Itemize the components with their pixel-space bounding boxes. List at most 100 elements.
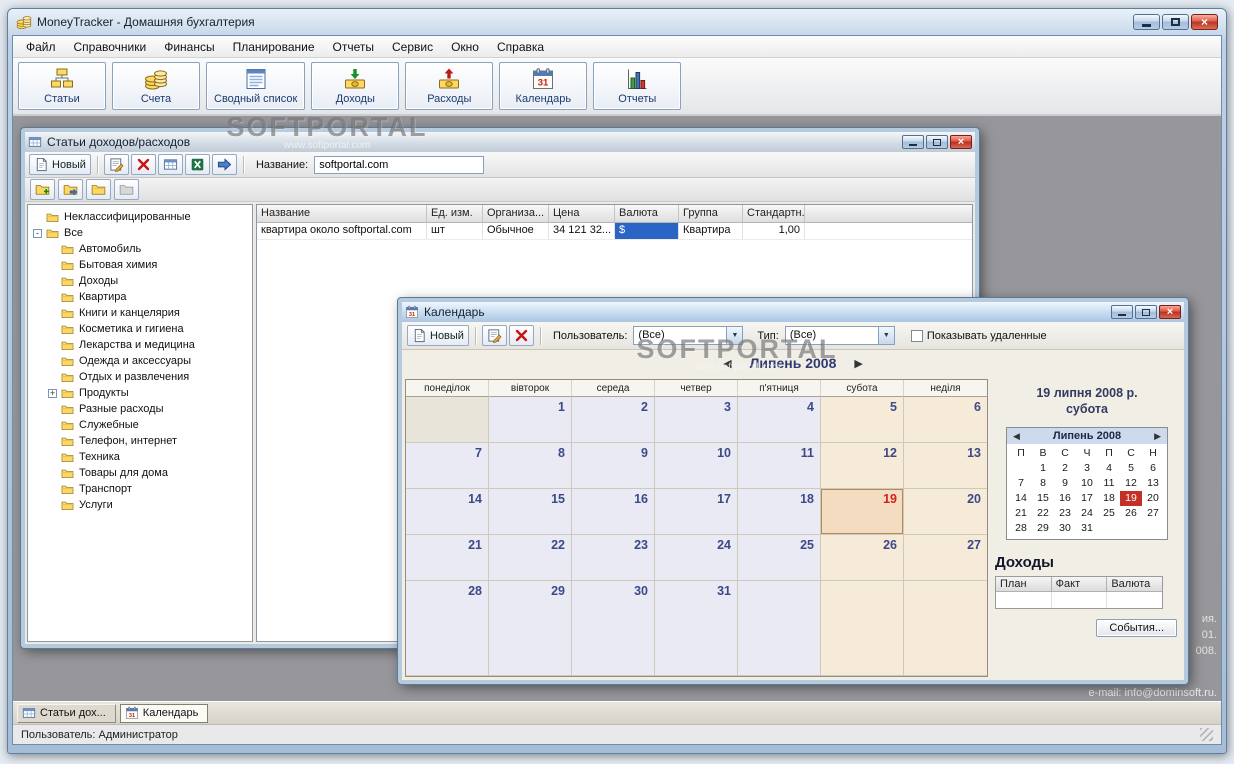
calendar-day-cell[interactable]: 20: [904, 489, 987, 535]
calendar-day-cell[interactable]: 9: [572, 443, 655, 489]
dropdown-arrow-icon[interactable]: ▼: [726, 327, 743, 344]
folder-move-button[interactable]: [58, 179, 83, 200]
menu-item[interactable]: Сервис: [383, 38, 442, 56]
menu-item[interactable]: Финансы: [155, 38, 223, 56]
mini-day[interactable]: 11: [1098, 476, 1120, 491]
calendar-day-cell[interactable]: 18: [738, 489, 821, 535]
mini-day[interactable]: 24: [1076, 506, 1098, 521]
tree-item[interactable]: Телефон, интернет: [28, 433, 252, 449]
maximize-button[interactable]: [1162, 14, 1189, 30]
menu-item[interactable]: Отчеты: [324, 38, 383, 56]
table-cell[interactable]: Квартира: [679, 223, 743, 239]
menu-item[interactable]: Окно: [442, 38, 488, 56]
prev-month-button[interactable]: ◀: [723, 357, 731, 370]
toolbar-income-button[interactable]: Доходы: [311, 62, 400, 110]
calendar-day-cell[interactable]: 16: [572, 489, 655, 535]
mini-day[interactable]: 15: [1032, 491, 1054, 506]
mini-day[interactable]: 16: [1054, 491, 1076, 506]
menu-item[interactable]: Файл: [17, 38, 65, 56]
calendar-day-cell[interactable]: 22: [489, 535, 572, 581]
calendar-day-cell[interactable]: [738, 581, 821, 676]
tree-item[interactable]: - Все: [28, 225, 252, 241]
mini-next-month-button[interactable]: ▶: [1154, 431, 1161, 442]
articles-titlebar[interactable]: Статьи доходов/расходов ×: [25, 132, 975, 152]
mini-day[interactable]: 30: [1054, 521, 1076, 536]
calendar-close-button[interactable]: ×: [1159, 305, 1181, 319]
calendar-day-cell[interactable]: 3: [655, 397, 738, 443]
mini-day[interactable]: 5: [1120, 461, 1142, 476]
calendar-day-cell[interactable]: 5: [821, 397, 904, 443]
calendar-day-cell[interactable]: 13: [904, 443, 987, 489]
events-button[interactable]: События...: [1096, 619, 1177, 637]
calendar-day-cell[interactable]: 10: [655, 443, 738, 489]
mini-day[interactable]: 6: [1142, 461, 1164, 476]
window-tab[interactable]: 31 Календарь: [119, 703, 209, 723]
calendar-day-cell[interactable]: 6: [904, 397, 987, 443]
mini-day[interactable]: 4: [1098, 461, 1120, 476]
calendar-day-cell[interactable]: 1: [489, 397, 572, 443]
folder-disabled-button[interactable]: [114, 179, 139, 200]
tree-item[interactable]: Одежда и аксессуары: [28, 353, 252, 369]
articles-maximize-button[interactable]: [926, 135, 948, 149]
edit-button[interactable]: [103, 154, 129, 175]
mini-day[interactable]: 13: [1142, 476, 1164, 491]
close-button[interactable]: ×: [1191, 14, 1218, 30]
resize-grip[interactable]: [1200, 728, 1213, 741]
user-filter-select[interactable]: (Все) ▼: [633, 326, 744, 345]
calendar-day-cell[interactable]: 2: [572, 397, 655, 443]
toolbar-expense-button[interactable]: Расходы: [405, 62, 494, 110]
column-header[interactable]: Цена: [549, 205, 615, 223]
excel-button[interactable]: [184, 154, 210, 175]
column-header[interactable]: Организа...: [483, 205, 549, 223]
tree-item[interactable]: Книги и канцелярия: [28, 305, 252, 321]
table-cell[interactable]: Обычное: [483, 223, 549, 239]
tree-item[interactable]: Доходы: [28, 273, 252, 289]
column-header[interactable]: Валюта: [615, 205, 679, 223]
transfer-button[interactable]: [211, 154, 237, 175]
delete-button[interactable]: [130, 154, 156, 175]
mini-day[interactable]: 12: [1120, 476, 1142, 491]
mini-day[interactable]: 27: [1142, 506, 1164, 521]
dropdown-arrow-icon[interactable]: ▼: [877, 327, 894, 344]
mini-day[interactable]: [1010, 461, 1032, 476]
calendar-maximize-button[interactable]: [1135, 305, 1157, 319]
toolbar-chart-button[interactable]: Отчеты: [593, 62, 682, 110]
mini-day[interactable]: 8: [1032, 476, 1054, 491]
toolbar-list-button[interactable]: Сводный список: [206, 62, 306, 110]
edit-button[interactable]: [481, 325, 507, 346]
mini-day[interactable]: 1: [1032, 461, 1054, 476]
mini-day[interactable]: 26: [1120, 506, 1142, 521]
folder-new-button[interactable]: [30, 179, 55, 200]
toolbar-tree-button[interactable]: Статьи: [18, 62, 106, 110]
calendar-day-cell[interactable]: 28: [406, 581, 489, 676]
calendar-day-cell[interactable]: 15: [489, 489, 572, 535]
column-header[interactable]: Группа: [679, 205, 743, 223]
mini-day[interactable]: [1120, 521, 1142, 536]
mini-day[interactable]: 20: [1142, 491, 1164, 506]
articles-minimize-button[interactable]: [902, 135, 924, 149]
toolbar-calendar-button[interactable]: 31 Календарь: [499, 62, 588, 110]
table-cell[interactable]: 34 121 32...: [549, 223, 615, 239]
calendar-day-cell[interactable]: [904, 581, 987, 676]
window-tab[interactable]: Статьи дох...: [17, 703, 116, 723]
calendar-day-cell[interactable]: 19: [821, 489, 904, 535]
mini-day[interactable]: 29: [1032, 521, 1054, 536]
toolbar-coins-button[interactable]: Счета: [112, 62, 200, 110]
calendar-minimize-button[interactable]: [1111, 305, 1133, 319]
tree-item[interactable]: Услуги: [28, 497, 252, 513]
table-cell[interactable]: шт: [427, 223, 483, 239]
tree-item[interactable]: Транспорт: [28, 481, 252, 497]
mini-day[interactable]: 7: [1010, 476, 1032, 491]
minimize-button[interactable]: [1133, 14, 1160, 30]
show-deleted-checkbox[interactable]: Показывать удаленные: [903, 329, 1047, 342]
table-cell[interactable]: $: [615, 223, 679, 239]
table-row[interactable]: квартира около softportal.com шт Обычное 34…: [257, 223, 972, 240]
tree-item[interactable]: Косметика и гигиена: [28, 321, 252, 337]
mini-prev-month-button[interactable]: ◀: [1013, 431, 1020, 442]
mini-day[interactable]: 14: [1010, 491, 1032, 506]
calendar-day-cell[interactable]: 8: [489, 443, 572, 489]
calendar-day-cell[interactable]: [406, 397, 489, 443]
new-event-button[interactable]: Новый: [407, 325, 469, 346]
menu-item[interactable]: Справка: [488, 38, 553, 56]
folder-button[interactable]: [86, 179, 111, 200]
